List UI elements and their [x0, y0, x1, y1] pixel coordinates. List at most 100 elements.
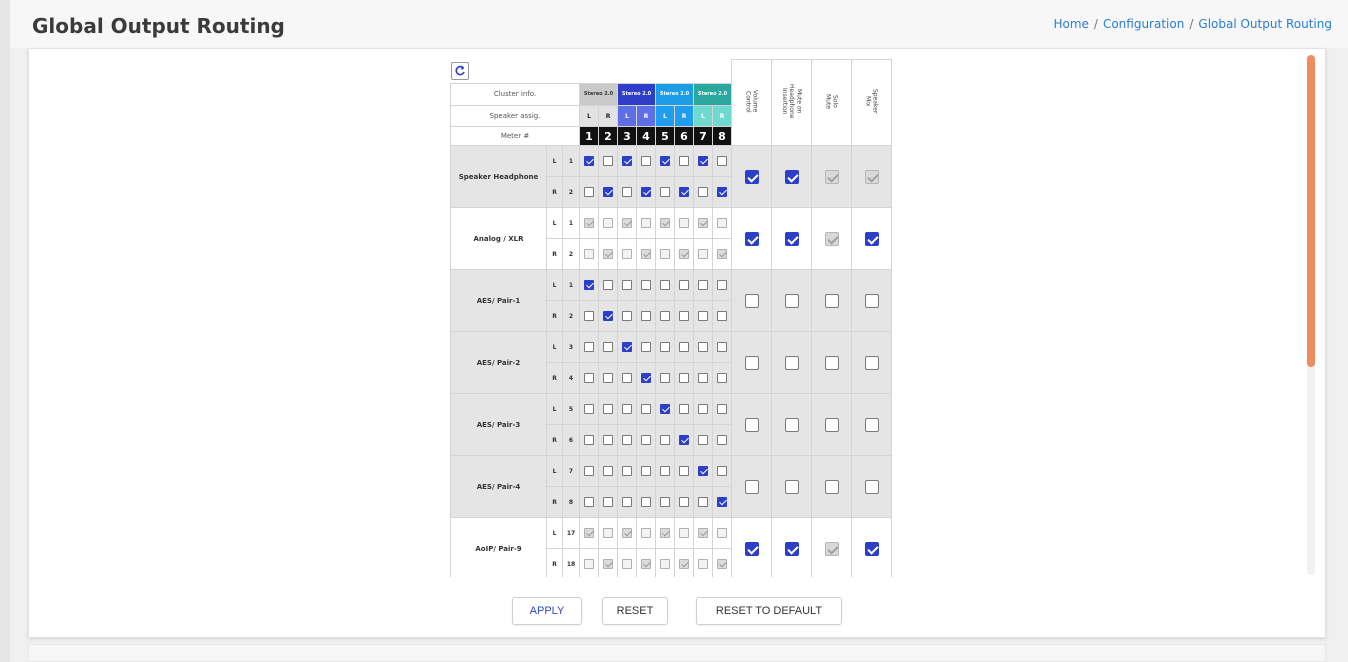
speaker-mix-checkbox[interactable]: [864, 479, 879, 494]
routing-checkbox[interactable]: [584, 373, 594, 383]
refresh-button[interactable]: [450, 62, 469, 81]
routing-checkbox[interactable]: [622, 497, 632, 507]
mute-on-headphone-checkbox[interactable]: [784, 479, 799, 494]
volume-control-checkbox[interactable]: [744, 355, 759, 370]
routing-checkbox[interactable]: [679, 373, 689, 383]
solo-mute-checkbox[interactable]: [824, 417, 839, 432]
routing-checkbox[interactable]: [603, 404, 613, 414]
routing-checkbox[interactable]: [717, 187, 727, 197]
routing-checkbox[interactable]: [679, 280, 689, 290]
routing-checkbox[interactable]: [622, 187, 632, 197]
routing-checkbox[interactable]: [717, 435, 727, 445]
routing-checkbox[interactable]: [603, 187, 613, 197]
routing-checkbox[interactable]: [717, 497, 727, 507]
speaker-mix-checkbox[interactable]: [864, 355, 879, 370]
routing-checkbox[interactable]: [622, 156, 632, 166]
speaker-mix-checkbox[interactable]: [864, 293, 879, 308]
routing-checkbox[interactable]: [660, 373, 670, 383]
routing-checkbox[interactable]: [622, 435, 632, 445]
routing-checkbox[interactable]: [584, 311, 594, 321]
routing-checkbox[interactable]: [660, 435, 670, 445]
routing-checkbox[interactable]: [603, 311, 613, 321]
mute-on-headphone-checkbox[interactable]: [784, 417, 799, 432]
routing-checkbox[interactable]: [584, 280, 594, 290]
routing-checkbox[interactable]: [603, 497, 613, 507]
mute-on-headphone-checkbox[interactable]: [784, 541, 799, 556]
routing-checkbox[interactable]: [603, 373, 613, 383]
routing-checkbox[interactable]: [660, 404, 670, 414]
routing-checkbox[interactable]: [641, 342, 651, 352]
solo-mute-checkbox[interactable]: [824, 479, 839, 494]
breadcrumb-home[interactable]: Home: [1053, 17, 1088, 31]
volume-control-checkbox[interactable]: [744, 231, 759, 246]
routing-checkbox[interactable]: [603, 280, 613, 290]
routing-checkbox[interactable]: [641, 466, 651, 476]
apply-button[interactable]: APPLY: [512, 597, 582, 625]
routing-checkbox[interactable]: [603, 342, 613, 352]
routing-checkbox[interactable]: [641, 187, 651, 197]
routing-checkbox[interactable]: [622, 280, 632, 290]
solo-mute-checkbox[interactable]: [824, 355, 839, 370]
reset-button[interactable]: RESET: [602, 597, 668, 625]
routing-checkbox[interactable]: [622, 373, 632, 383]
routing-checkbox[interactable]: [660, 342, 670, 352]
routing-table-viewport[interactable]: Volume Control Mute on Headphone Inserti…: [450, 59, 900, 577]
mute-on-headphone-checkbox[interactable]: [784, 355, 799, 370]
routing-checkbox[interactable]: [660, 311, 670, 321]
routing-checkbox[interactable]: [698, 435, 708, 445]
routing-checkbox[interactable]: [660, 497, 670, 507]
routing-checkbox[interactable]: [584, 156, 594, 166]
volume-control-checkbox[interactable]: [744, 293, 759, 308]
routing-checkbox[interactable]: [660, 466, 670, 476]
reset-to-default-button[interactable]: RESET TO DEFAULT: [696, 597, 842, 625]
routing-checkbox[interactable]: [584, 435, 594, 445]
routing-checkbox[interactable]: [603, 435, 613, 445]
routing-checkbox[interactable]: [584, 187, 594, 197]
scrollbar-thumb[interactable]: [1307, 55, 1315, 367]
routing-checkbox[interactable]: [660, 280, 670, 290]
routing-checkbox[interactable]: [679, 156, 689, 166]
routing-checkbox[interactable]: [679, 404, 689, 414]
routing-checkbox[interactable]: [584, 497, 594, 507]
volume-control-checkbox[interactable]: [744, 541, 759, 556]
mute-on-headphone-checkbox[interactable]: [784, 293, 799, 308]
routing-checkbox[interactable]: [660, 156, 670, 166]
routing-checkbox[interactable]: [641, 497, 651, 507]
speaker-mix-checkbox[interactable]: [864, 417, 879, 432]
routing-checkbox[interactable]: [622, 311, 632, 321]
routing-checkbox[interactable]: [698, 342, 708, 352]
volume-control-checkbox[interactable]: [744, 479, 759, 494]
routing-checkbox[interactable]: [698, 497, 708, 507]
routing-checkbox[interactable]: [584, 466, 594, 476]
routing-checkbox[interactable]: [717, 466, 727, 476]
routing-checkbox[interactable]: [641, 373, 651, 383]
volume-control-checkbox[interactable]: [744, 169, 759, 184]
routing-checkbox[interactable]: [641, 280, 651, 290]
routing-checkbox[interactable]: [622, 466, 632, 476]
routing-checkbox[interactable]: [698, 280, 708, 290]
routing-checkbox[interactable]: [603, 156, 613, 166]
routing-checkbox[interactable]: [698, 156, 708, 166]
routing-checkbox[interactable]: [698, 373, 708, 383]
mute-on-headphone-checkbox[interactable]: [784, 231, 799, 246]
routing-checkbox[interactable]: [679, 466, 689, 476]
speaker-mix-checkbox[interactable]: [864, 541, 879, 556]
routing-checkbox[interactable]: [717, 404, 727, 414]
routing-checkbox[interactable]: [717, 342, 727, 352]
routing-checkbox[interactable]: [717, 156, 727, 166]
routing-checkbox[interactable]: [717, 311, 727, 321]
routing-checkbox[interactable]: [584, 342, 594, 352]
vertical-scrollbar[interactable]: [1307, 55, 1315, 575]
routing-checkbox[interactable]: [679, 311, 689, 321]
routing-checkbox[interactable]: [641, 435, 651, 445]
routing-checkbox[interactable]: [679, 187, 689, 197]
routing-checkbox[interactable]: [698, 404, 708, 414]
routing-checkbox[interactable]: [679, 342, 689, 352]
routing-checkbox[interactable]: [622, 342, 632, 352]
routing-checkbox[interactable]: [641, 404, 651, 414]
routing-checkbox[interactable]: [717, 373, 727, 383]
speaker-mix-checkbox[interactable]: [864, 231, 879, 246]
routing-checkbox[interactable]: [679, 435, 689, 445]
mute-on-headphone-checkbox[interactable]: [784, 169, 799, 184]
routing-checkbox[interactable]: [698, 311, 708, 321]
